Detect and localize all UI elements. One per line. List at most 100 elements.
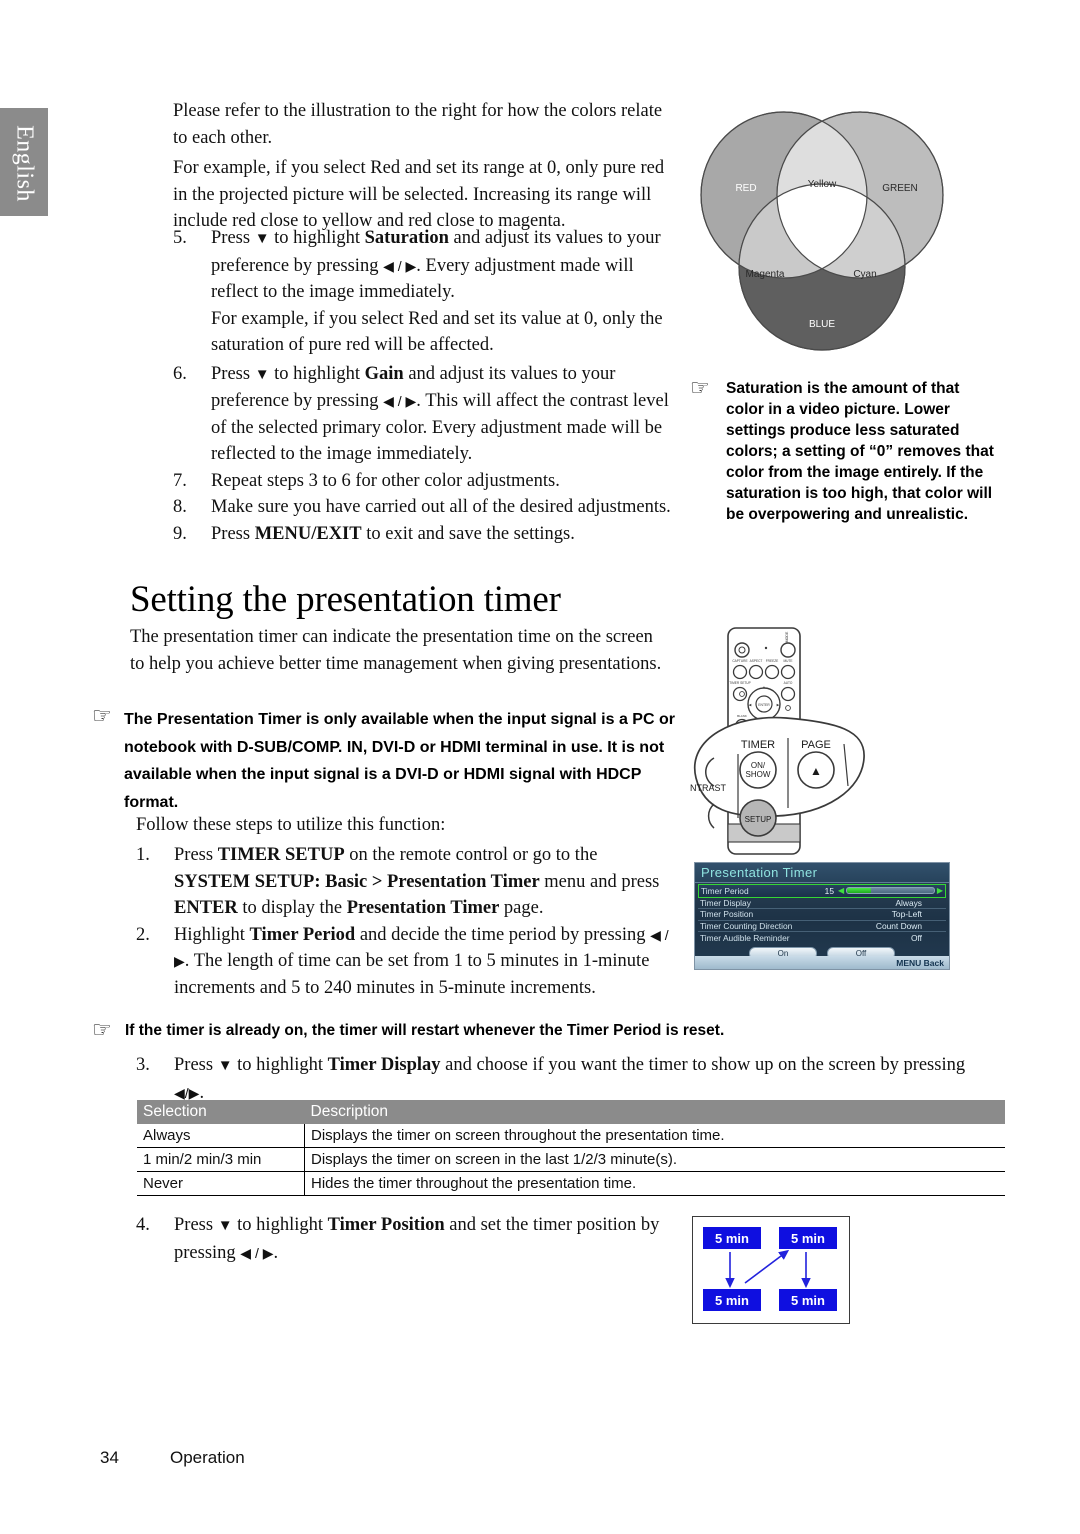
step-text: Press ▼ to highlight Gain and adjust its… bbox=[211, 361, 673, 468]
svg-text:ASPECT: ASPECT bbox=[750, 659, 763, 663]
step-bold-term: SYSTEM SETUP: Basic > Presentation Timer bbox=[174, 871, 540, 892]
arrow-left-right-icon: ◀ / ▶ bbox=[383, 257, 417, 274]
slider-track[interactable] bbox=[846, 887, 935, 895]
osd-row-timer-position[interactable]: Timer Position Top-Left bbox=[698, 909, 946, 921]
step-number: 1. bbox=[136, 845, 150, 865]
svg-text:MODE: MODE bbox=[785, 631, 789, 642]
osd-row-audible-reminder[interactable]: Timer Audible Reminder Off bbox=[698, 932, 946, 944]
step-3-block: 3. Press ▼ to highlight Timer Display an… bbox=[136, 1052, 1016, 1106]
venn-label-green: GREEN bbox=[882, 183, 918, 194]
svg-text:AUTO: AUTO bbox=[784, 681, 793, 685]
position-cell-bottom-right: 5 min bbox=[779, 1289, 837, 1311]
pointing-hand-icon: ☞ bbox=[92, 1018, 112, 1043]
step-text: Highlight Timer Period and decide the ti… bbox=[174, 922, 670, 1002]
step-text-d: to display the bbox=[237, 898, 347, 918]
table-header-selection: Selection bbox=[137, 1100, 305, 1124]
venn-svg: RED GREEN BLUE Yellow Magenta Cyan bbox=[700, 111, 944, 351]
step-number: 6. bbox=[173, 363, 187, 384]
step-text: Press ▼ to highlight Timer Position and … bbox=[174, 1212, 681, 1266]
color-venn-diagram: RED GREEN BLUE Yellow Magenta Cyan bbox=[672, 95, 972, 375]
step-text: Make sure you have carried out all of th… bbox=[211, 497, 671, 517]
step-bold-term: Saturation bbox=[364, 228, 449, 248]
step-4: 4. Press ▼ to highlight Timer Position a… bbox=[136, 1212, 681, 1266]
slider-right-arrow-icon[interactable]: ▶ bbox=[937, 887, 943, 895]
table-cell-description: Displays the timer on screen throughout … bbox=[304, 1124, 1005, 1148]
arrow-left-right-icon: ◀ / ▶ bbox=[383, 393, 417, 409]
step-text: Press TIMER SETUP on the remote control … bbox=[174, 842, 670, 922]
step-text-b: to highlight bbox=[232, 1215, 328, 1235]
pointing-hand-icon: ☞ bbox=[690, 376, 710, 401]
svg-text:BLANK: BLANK bbox=[737, 714, 747, 718]
arrow-left-right-icon: ◀/▶ bbox=[174, 1084, 200, 1101]
section-intro-text: The presentation timer can indicate the … bbox=[130, 627, 662, 674]
step-9: 9. Press MENU/EXIT to exit and save the … bbox=[173, 521, 673, 548]
timer-position-diagram: 5 min 5 min 5 min 5 min bbox=[692, 1216, 850, 1324]
position-cell-top-left: 5 min bbox=[703, 1227, 761, 1249]
osd-row-label: Timer Position bbox=[700, 909, 754, 920]
step-bold-term: MENU/EXIT bbox=[254, 523, 362, 544]
osd-row-label: Timer Audible Reminder bbox=[700, 932, 790, 943]
page-title: Setting the presentation timer bbox=[130, 579, 561, 620]
footer-page-number: 34 bbox=[100, 1448, 119, 1467]
step-text: Repeat steps 3 to 6 for other color adju… bbox=[211, 470, 560, 491]
osd-presentation-timer-menu: Presentation Timer Timer Period 15 ◀ ▶ T… bbox=[694, 862, 950, 970]
osd-row-list: Timer Period 15 ◀ ▶ Timer Display Always… bbox=[695, 883, 949, 960]
venn-label-cyan: Cyan bbox=[853, 269, 876, 280]
arrow-down-icon: ▼ bbox=[217, 1217, 233, 1234]
step-text-e: page. bbox=[499, 898, 544, 918]
step-3: 3. Press ▼ to highlight Timer Display an… bbox=[136, 1052, 1016, 1106]
remote-control-illustration: MODE CAPTURE ASPECT FREEZE MUTE TIMER SE… bbox=[676, 618, 876, 858]
table-cell-description: Displays the timer on screen in the last… bbox=[304, 1147, 1005, 1172]
footer-section-name: Operation bbox=[170, 1448, 245, 1467]
svg-text:TIMER SETUP: TIMER SETUP bbox=[729, 681, 750, 685]
osd-row-counting-direction[interactable]: Timer Counting Direction Count Down bbox=[698, 921, 946, 932]
svg-text:FREEZE: FREEZE bbox=[766, 659, 779, 663]
osd-row-label: Timer Period bbox=[701, 885, 749, 896]
step-5: 5. Press ▼ to highlight Saturation and a… bbox=[173, 225, 673, 306]
follow-steps-text: Follow these steps to utilize this funct… bbox=[136, 815, 446, 835]
step-number: 7. bbox=[173, 470, 187, 491]
step-bold-term: TIMER SETUP bbox=[217, 845, 345, 865]
table-cell-selection: Always bbox=[137, 1124, 305, 1148]
step-bold-term: Timer Position bbox=[327, 1215, 445, 1235]
table-header-description: Description bbox=[304, 1100, 1005, 1124]
step-text: Press MENU/EXIT to exit and save the set… bbox=[211, 521, 673, 548]
step-2: 2. Highlight Timer Period and decide the… bbox=[136, 922, 670, 1002]
slider-left-arrow-icon[interactable]: ◀ bbox=[838, 887, 844, 895]
osd-title: Presentation Timer bbox=[695, 863, 949, 883]
osd-row-timer-display[interactable]: Timer Display Always bbox=[698, 898, 946, 909]
step-number: 9. bbox=[173, 523, 187, 544]
table-cell-selection: Never bbox=[137, 1171, 305, 1196]
position-cell-bottom-left: 5 min bbox=[703, 1289, 761, 1311]
step-1: 1. Press TIMER SETUP on the remote contr… bbox=[136, 842, 670, 922]
step-text-c: and choose if you want the timer to show… bbox=[440, 1055, 966, 1075]
remote-button-on-show-label1: ON/ bbox=[751, 761, 766, 770]
osd-slider[interactable]: ◀ ▶ bbox=[838, 887, 943, 895]
osd-footer: MENU Back bbox=[695, 956, 949, 969]
osd-footer-label: MENU Back bbox=[896, 957, 944, 968]
step-text-b: to highlight bbox=[269, 228, 365, 248]
step-number: 3. bbox=[136, 1055, 150, 1075]
osd-row-value: Off bbox=[910, 932, 922, 943]
note-saturation-text: Saturation is the amount of that color i… bbox=[726, 380, 994, 523]
osd-row-timer-period[interactable]: Timer Period 15 ◀ ▶ bbox=[698, 884, 946, 898]
step-bold-term: Timer Display bbox=[327, 1055, 441, 1075]
step-5-example: For example, if you select Red and set i… bbox=[211, 308, 663, 356]
osd-row-value: Top-Left bbox=[891, 909, 922, 920]
table-cell-description: Hides the timer throughout the presentat… bbox=[304, 1171, 1005, 1196]
step-text-a: Press bbox=[211, 363, 255, 384]
svg-text:CAPTURE: CAPTURE bbox=[732, 659, 747, 663]
arrow-down-icon: ▼ bbox=[254, 365, 270, 383]
venn-label-yellow: Yellow bbox=[808, 179, 837, 190]
language-tab-label: English bbox=[11, 125, 38, 202]
step-text-d: to exit and save the settings. bbox=[361, 523, 575, 544]
remote-callout-bubble bbox=[693, 716, 865, 818]
note-availability-text: The Presentation Timer is only available… bbox=[124, 711, 675, 811]
step-bold-term: Presentation Timer bbox=[346, 898, 500, 918]
remote-label-page: PAGE bbox=[801, 739, 831, 751]
step-text-a: Press bbox=[174, 845, 218, 865]
remote-svg: MODE CAPTURE ASPECT FREEZE MUTE TIMER SE… bbox=[690, 627, 865, 855]
pointing-hand-icon: ☞ bbox=[92, 704, 112, 729]
step-number: 2. bbox=[136, 924, 150, 945]
step-text-a: Highlight bbox=[174, 924, 250, 945]
